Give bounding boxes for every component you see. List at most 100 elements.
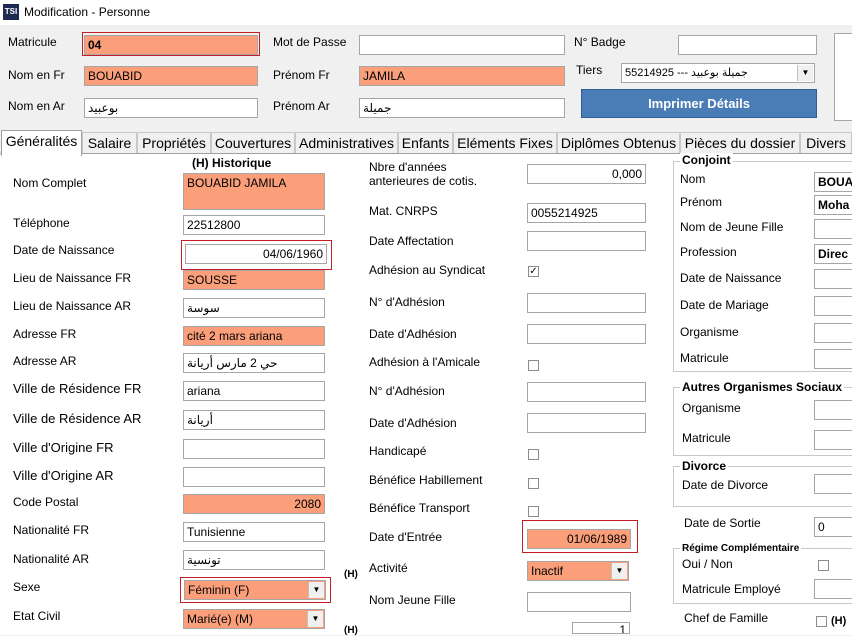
adresse-fr-label: Adresse FR [13, 327, 77, 341]
conjoint-profession-input[interactable]: Direc [814, 244, 852, 264]
tab-proprietes[interactable]: Propriétés [137, 132, 211, 154]
transport-checkbox[interactable] [528, 506, 539, 517]
syndicat-checkbox[interactable]: ✓ [528, 266, 539, 277]
sexe-history-marker[interactable]: (H) [344, 569, 358, 580]
tab-enfants[interactable]: Enfants [398, 132, 453, 154]
tab-divers[interactable]: Divers [800, 132, 852, 154]
print-details-button[interactable]: Imprimer Détails [581, 89, 817, 118]
date-adhesion1-input[interactable] [527, 324, 646, 344]
chevron-down-icon[interactable]: ▼ [611, 563, 627, 579]
etat-civil-history-marker[interactable]: (H) [344, 625, 358, 636]
autres-organismes-title: Autres Organismes Sociaux [680, 380, 845, 394]
conjoint-prenom-input[interactable]: Moha [814, 195, 852, 215]
tab-generalites[interactable]: Généralités [1, 130, 82, 156]
activite-label: Activité [369, 561, 408, 575]
ville-orig-fr-label: Ville d'Origine FR [13, 440, 114, 455]
amicale-label: Adhésion à l'Amicale [369, 355, 481, 369]
badge-input[interactable] [678, 35, 817, 55]
window-title: Modification - Personne [24, 5, 151, 19]
lieu-ar-input[interactable]: سوسة [183, 298, 325, 318]
tab-couvertures[interactable]: Couvertures [211, 132, 295, 154]
transport-label: Bénéfice Transport [369, 501, 470, 515]
date-adhesion1-label: Date d'Adhésion [369, 327, 457, 341]
tab-salaire[interactable]: Salaire [82, 132, 137, 154]
affectation-input[interactable] [527, 231, 646, 251]
sortie-input[interactable]: 0 [814, 517, 852, 537]
prenom-ar-input[interactable]: جميلة [359, 98, 565, 118]
oui-non-label: Oui / Non [682, 557, 733, 571]
prenom-fr-input[interactable]: JAMILA [359, 66, 565, 86]
bottom-number-input[interactable]: 1 [572, 622, 630, 634]
tiers-label: Tiers [576, 63, 603, 77]
historique-label[interactable]: (H) Historique [192, 156, 271, 170]
autres-matricule-label: Matricule [682, 431, 731, 445]
adhesion2-input[interactable] [527, 382, 646, 402]
tab-diplomes[interactable]: Diplômes Obtenus [557, 132, 680, 154]
ville-res-fr-input[interactable]: ariana [183, 381, 325, 401]
mot-de-passe-input[interactable] [359, 35, 565, 55]
conjoint-matricule-label: Matricule [680, 351, 729, 365]
nat-fr-input[interactable]: Tunisienne [183, 522, 325, 542]
annees-input[interactable]: 0,000 [527, 164, 646, 184]
jeune-fille-input[interactable] [527, 592, 631, 612]
tab-elements-fixes[interactable]: Eléments Fixes [453, 132, 557, 154]
nom-complet-input[interactable]: BOUABID JAMILA [183, 173, 325, 210]
adresse-ar-input[interactable]: حي 2 مارس أريانة [183, 353, 325, 373]
code-postal-input[interactable]: 2080 [183, 494, 325, 514]
conjoint-nom-label: Nom [680, 172, 706, 186]
prenom-fr-label: Prénom Fr [273, 68, 330, 82]
ville-orig-fr-input[interactable] [183, 439, 325, 459]
jeune-fille-label: Nom Jeune Fille [369, 593, 456, 607]
telephone-input[interactable]: 22512800 [183, 215, 325, 235]
habillement-checkbox[interactable] [528, 478, 539, 489]
adresse-fr-input[interactable]: cité 2 mars ariana [183, 326, 325, 346]
date-adhesion2-input[interactable] [527, 413, 646, 433]
sexe-highlight [180, 577, 331, 603]
tab-administratives[interactable]: Administratives [295, 132, 398, 154]
annees-label-2: anterieures de cotis. [369, 174, 478, 188]
oui-non-checkbox[interactable] [818, 560, 829, 571]
tiers-select[interactable]: 55214925 --- جميلة بوعبيد ▼ [621, 63, 815, 83]
nat-ar-label: Nationalité AR [13, 552, 90, 566]
activite-select[interactable]: Inactif ▼ [527, 561, 629, 581]
adresse-ar-label: Adresse AR [13, 354, 77, 368]
matricule-employe-input[interactable] [814, 579, 852, 599]
autres-organisme-input[interactable] [814, 400, 852, 420]
ville-res-ar-input[interactable]: أريانة [183, 410, 325, 430]
handicape-checkbox[interactable] [528, 449, 539, 460]
lieu-fr-input[interactable]: SOUSSE [183, 270, 325, 290]
date-adhesion2-label: Date d'Adhésion [369, 416, 457, 430]
chef-famille-history-marker[interactable]: (H) [831, 615, 846, 627]
conjoint-jeune-fille-input[interactable] [814, 219, 852, 239]
adhesion1-input[interactable] [527, 293, 646, 313]
adhesion2-label: N° d'Adhésion [369, 384, 445, 398]
ville-res-fr-label: Ville de Résidence FR [13, 381, 142, 396]
conjoint-organisme-input[interactable] [814, 323, 852, 343]
tab-pieces-dossier[interactable]: Pièces du dossier [680, 132, 800, 154]
conjoint-naissance-input[interactable] [814, 269, 852, 289]
cnrps-input[interactable]: 0055214925 [527, 203, 646, 223]
chevron-down-icon[interactable]: ▼ [797, 65, 813, 81]
matricule-highlight [82, 32, 260, 56]
tiers-value: 55214925 --- جميلة بوعبيد [625, 67, 748, 79]
conjoint-matricule-input[interactable] [814, 349, 852, 369]
etat-civil-select[interactable]: Marié(e) (M) ▼ [183, 609, 325, 629]
ville-orig-ar-label: Ville d'Origine AR [13, 468, 114, 483]
tab-bar: Généralités Salaire Propriétés Couvertur… [0, 130, 852, 156]
regime-title: Régime Complémentaire [680, 543, 802, 554]
amicale-checkbox[interactable] [528, 360, 539, 371]
ville-orig-ar-input[interactable] [183, 467, 325, 487]
conjoint-mariage-input[interactable] [814, 296, 852, 316]
naissance-highlight [181, 240, 332, 270]
cnrps-label: Mat. CNRPS [369, 204, 438, 218]
conjoint-nom-input[interactable]: BOUA [814, 172, 852, 192]
photo-frame[interactable] [834, 33, 852, 121]
nom-ar-input[interactable]: بوعبيد [84, 98, 258, 118]
nom-fr-input[interactable]: BOUABID [84, 66, 258, 86]
autres-matricule-input[interactable] [814, 430, 852, 450]
chef-famille-checkbox[interactable] [816, 616, 827, 627]
divorce-input[interactable] [814, 474, 852, 494]
chevron-down-icon[interactable]: ▼ [307, 611, 323, 627]
etat-civil-label: Etat Civil [13, 609, 61, 623]
nat-ar-input[interactable]: تونسية [183, 550, 325, 570]
